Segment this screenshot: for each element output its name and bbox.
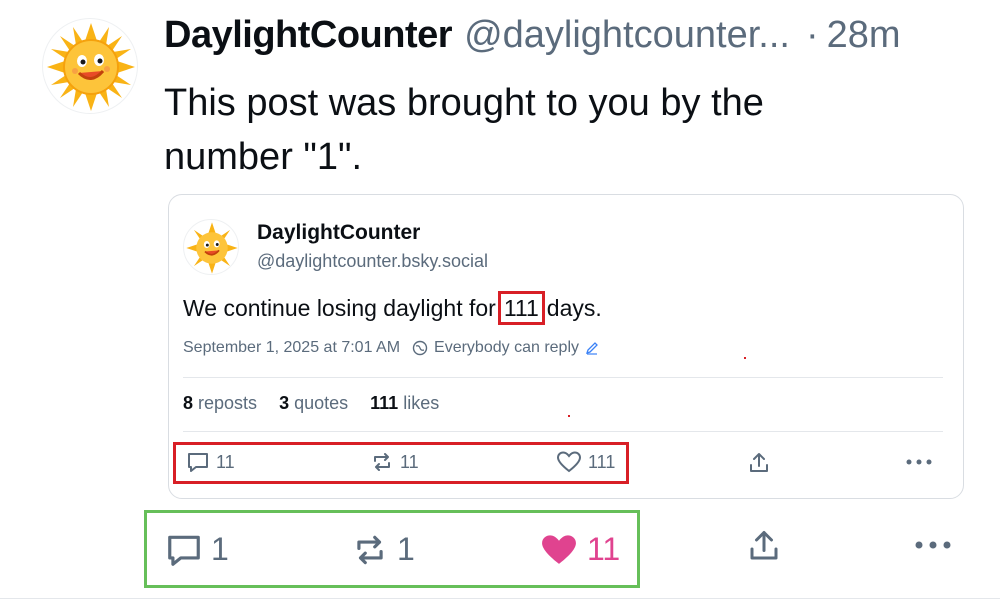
quoted-author-handle[interactable]: @daylightcounter.bsky.social: [257, 251, 488, 272]
quoted-post-actions-highlight: 11 11 111: [173, 442, 629, 484]
like-count: 11: [587, 531, 621, 567]
reply-setting[interactable]: Everybody can reply: [434, 339, 579, 357]
heart-outline-icon: [556, 451, 582, 473]
repost-icon: [374, 453, 390, 471]
annotation-dot: [744, 357, 746, 359]
sun-face-icon: [47, 23, 135, 111]
repost-icon: [357, 535, 383, 564]
comment-icon: [188, 453, 208, 472]
post-time[interactable]: 28m: [827, 14, 901, 57]
quoted-share-button[interactable]: [747, 451, 771, 480]
sun-face-icon: [186, 222, 238, 274]
quotes-stat[interactable]: 3 quotes: [279, 393, 348, 414]
likes-stat[interactable]: 111 likes: [370, 393, 439, 414]
highlighted-number: 111: [497, 291, 545, 325]
author-avatar[interactable]: [42, 18, 138, 114]
more-dots-icon: [915, 541, 951, 549]
quoted-reply-count: 11: [216, 451, 235, 472]
annotation-dot: [568, 415, 570, 417]
quoted-post-stats: 8 reposts 3 quotes 111 likes: [183, 393, 439, 414]
divider: [183, 377, 943, 378]
divider: [183, 431, 943, 432]
quoted-repost-count: 11: [400, 451, 419, 472]
author-handle[interactable]: @daylightcounter...: [464, 14, 790, 57]
bottom-divider: [0, 598, 1000, 599]
post-header: DaylightCounter @daylightcounter... · 28…: [164, 14, 901, 64]
quoted-author-avatar[interactable]: [183, 219, 239, 275]
more-dots-icon: [906, 459, 932, 465]
quoted-author-name[interactable]: DaylightCounter: [257, 221, 420, 245]
post-actions-highlight: 1 1 11: [144, 510, 640, 588]
pencil-icon[interactable]: [585, 341, 599, 355]
quoted-text-after: days.: [546, 294, 602, 321]
quoted-timestamp[interactable]: September 1, 2025 at 7:01 AM: [183, 339, 400, 357]
share-icon: [750, 531, 778, 560]
author-name[interactable]: DaylightCounter: [164, 14, 453, 57]
quoted-post-meta: September 1, 2025 at 7:01 AM Everybody c…: [183, 339, 599, 357]
repost-button[interactable]: 1: [351, 531, 415, 568]
reply-count: 1: [211, 531, 229, 567]
quoted-like-count: 111: [588, 451, 616, 472]
post-text: This post was brought to you by the numb…: [164, 82, 764, 178]
repost-count: 1: [397, 531, 415, 567]
quoted-repost-button[interactable]: 11: [370, 451, 419, 473]
separator-dot: ·: [805, 14, 819, 56]
quoted-more-button[interactable]: [905, 453, 933, 471]
quoted-post-card[interactable]: DaylightCounter @daylightcounter.bsky.so…: [168, 194, 964, 499]
quoted-text-before: We continue losing daylight for: [183, 294, 496, 321]
reposts-stat[interactable]: 8 reposts: [183, 393, 257, 414]
like-button[interactable]: 11: [539, 531, 620, 568]
more-button[interactable]: [914, 538, 952, 556]
quoted-post-text: We continue losing daylight for 111 days…: [183, 291, 602, 325]
quoted-reply-button[interactable]: 11: [186, 451, 235, 473]
share-icon: [750, 453, 768, 472]
reply-button[interactable]: 1: [165, 531, 229, 568]
quoted-like-button[interactable]: 111: [556, 451, 615, 473]
share-button[interactable]: [746, 528, 782, 569]
heart-filled-icon: [542, 534, 576, 564]
earth-icon: [412, 340, 428, 356]
comment-icon: [168, 535, 200, 566]
